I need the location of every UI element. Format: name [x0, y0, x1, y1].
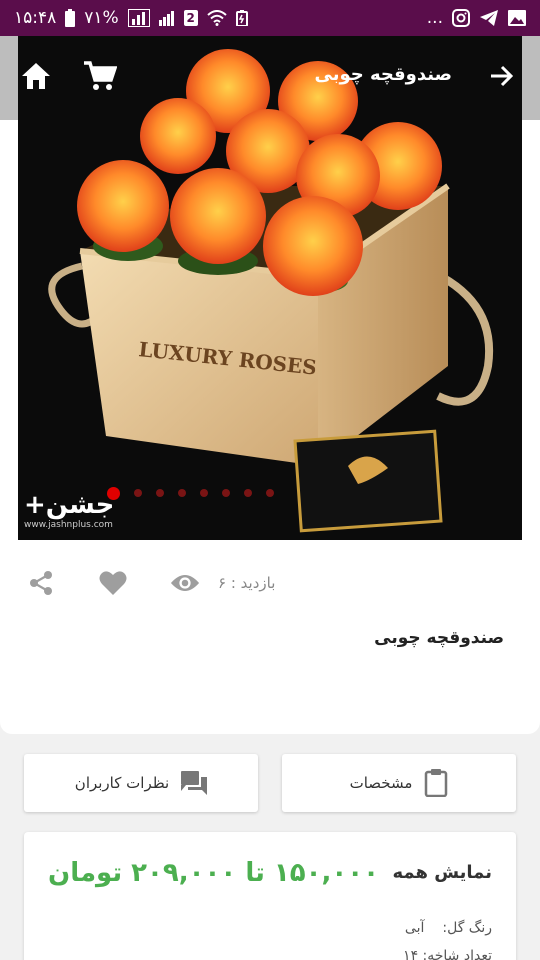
telegram-icon	[479, 9, 499, 27]
battery-icon	[65, 9, 76, 27]
home-button[interactable]	[16, 56, 56, 96]
gallery-icon	[508, 10, 526, 26]
flower-color-label: رنگ گل:	[442, 920, 492, 936]
flower-color-value: آبی	[404, 920, 425, 936]
carousel-dot[interactable]	[221, 489, 230, 497]
flower-color-row: رنگ گل: آبی	[405, 920, 492, 936]
product-title: صندوقچه چوبی	[374, 628, 504, 648]
signal-icon	[127, 9, 150, 27]
cart-icon	[84, 61, 117, 90]
back-button[interactable]	[482, 56, 522, 96]
clipboard-icon	[425, 769, 448, 797]
carousel-dot[interactable]	[243, 489, 252, 497]
brand-name: جشن+	[24, 490, 115, 520]
cart-button[interactable]	[80, 56, 120, 96]
carousel-dot[interactable]	[133, 489, 142, 497]
views-count: بازدید : ۶	[218, 574, 276, 592]
status-left: ۱۵:۴۸ ۷۱% 2	[14, 8, 248, 28]
brand-watermark: جشن+ www.jashnplus.com	[24, 490, 114, 530]
views-indicator	[170, 568, 200, 598]
status-time: ۱۵:۴۸	[14, 8, 57, 28]
carousel-dot[interactable]	[265, 489, 274, 497]
carousel-dot[interactable]	[177, 489, 186, 497]
status-right: ...	[427, 8, 526, 28]
price-range: ۱۵۰,۰۰۰ تا ۲۰۹,۰۰۰ تومان	[48, 858, 379, 888]
eye-icon	[170, 575, 200, 591]
signal-bars-icon	[158, 10, 175, 26]
wifi-icon	[207, 10, 227, 26]
arrow-forward-icon	[491, 65, 514, 87]
specs-button[interactable]: مشخصات	[282, 754, 516, 812]
attribute-row-partial: تعداد شاخه: ۱۴	[403, 948, 492, 960]
product-header-card: LUXURY ROSES جشن+ www.jashnplus.com صندو…	[0, 36, 540, 734]
share-icon	[30, 571, 52, 595]
battery-percent: ۷۱%	[84, 8, 119, 28]
app-toolbar: صندوقچه چوبی	[0, 36, 540, 120]
status-bar: ۱۵:۴۸ ۷۱% 2 ...	[0, 0, 540, 36]
show-all-button[interactable]: نمایش همه	[392, 862, 492, 883]
carousel-dot[interactable]	[155, 489, 164, 497]
overflow-indicator: ...	[426, 8, 443, 28]
brand-url: www.jashnplus.com	[24, 520, 113, 530]
product-stats-row: بازدید : ۶	[0, 560, 540, 604]
battery-saver-icon	[235, 10, 248, 26]
price-card: نمایش همه ۱۵۰,۰۰۰ تا ۲۰۹,۰۰۰ تومان رنگ گ…	[24, 832, 516, 960]
favorite-button[interactable]	[98, 568, 128, 598]
share-button[interactable]	[26, 568, 56, 598]
instagram-icon	[452, 9, 470, 27]
sim-badge: 2	[183, 10, 198, 26]
specs-label: مشخصات	[349, 774, 413, 792]
reviews-button[interactable]: نظرات کاربران	[24, 754, 258, 812]
heart-icon	[99, 571, 127, 595]
forum-icon	[181, 771, 208, 795]
carousel-dot[interactable]	[199, 489, 208, 497]
reviews-label: نظرات کاربران	[74, 774, 170, 792]
toolbar-title: صندوقچه چوبی	[314, 64, 453, 85]
home-icon	[22, 63, 50, 89]
